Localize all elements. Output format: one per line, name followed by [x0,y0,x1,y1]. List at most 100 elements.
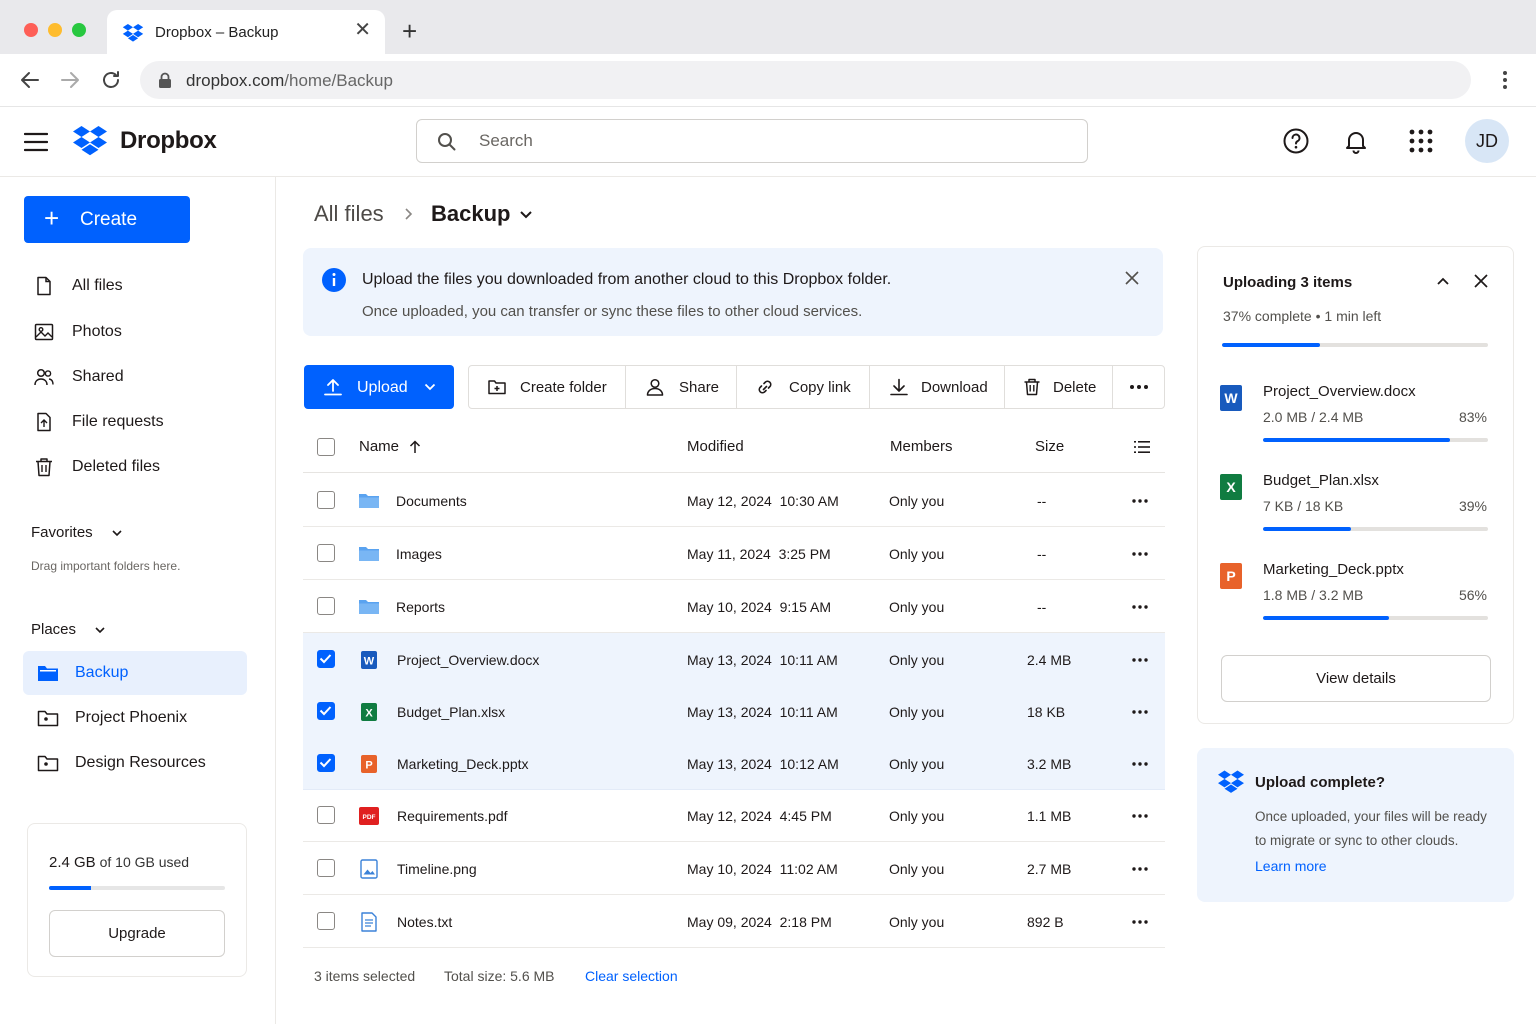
file-modified: May 13, 2024 10:11 AM [687,652,838,668]
url-domain: dropbox.com [186,71,285,90]
more-horizontal-icon[interactable] [1131,600,1149,614]
window-minimize-button[interactable] [48,23,62,37]
copy-link-button[interactable]: Copy link [737,366,869,408]
download-button[interactable]: Download [870,366,1004,408]
more-horizontal-icon[interactable] [1131,547,1149,561]
place-project-phoenix[interactable]: Project Phoenix [23,696,247,740]
upload-button[interactable]: Upload [304,365,454,409]
brand-name[interactable]: Dropbox [120,127,217,155]
upload-progress-panel: Uploading 3 items 37% complete • 1 min l… [1197,246,1514,724]
file-name[interactable]: Budget_Plan.xlsx [397,704,505,720]
chevron-down-icon[interactable] [424,382,436,392]
file-name[interactable]: Marketing_Deck.pptx [397,756,529,772]
favorites-section-toggle[interactable]: Favorites [31,524,122,541]
view-details-button[interactable]: View details [1221,655,1491,702]
more-horizontal-icon[interactable] [1131,757,1149,771]
row-checkbox[interactable] [317,806,335,824]
sidebar-item-file-requests[interactable]: File requests [24,402,254,442]
file-name[interactable]: Requirements.pdf [397,808,508,824]
breadcrumb-current[interactable]: Backup [431,201,510,227]
bell-icon[interactable] [1342,127,1370,155]
more-horizontal-icon[interactable] [1131,705,1149,719]
more-horizontal-icon[interactable] [1131,653,1149,667]
browser-tab[interactable]: Dropbox – Backup ✕ [107,10,385,54]
row-checkbox[interactable] [317,491,335,509]
tab-close-icon[interactable]: ✕ [354,20,371,40]
file-name[interactable]: Project_Overview.docx [397,652,539,668]
create-button[interactable]: + Create [24,196,190,243]
row-checkbox[interactable] [317,544,335,562]
help-icon[interactable] [1282,127,1310,155]
avatar[interactable]: JD [1465,119,1509,163]
more-horizontal-icon[interactable] [1131,915,1149,929]
url-bar[interactable]: dropbox.com/home/Backup [140,61,1471,99]
table-row[interactable]: Reports May 10, 2024 9:15 AM Only you -- [303,580,1165,633]
place-backup[interactable]: Backup [23,651,247,695]
table-row[interactable]: Notes.txt May 09, 2024 2:18 PM Only you 892… [303,895,1165,948]
upgrade-button[interactable]: Upgrade [49,910,225,957]
window-close-button[interactable] [24,23,38,37]
more-actions-button[interactable] [1113,366,1165,408]
column-name[interactable]: Name [359,438,399,455]
place-label: Project Phoenix [75,709,188,726]
more-horizontal-icon[interactable] [1131,494,1149,508]
row-checkbox[interactable] [317,650,335,668]
select-all-checkbox[interactable] [317,438,335,456]
close-icon[interactable] [1474,274,1488,288]
back-arrow-icon[interactable] [18,68,42,92]
file-name[interactable]: Timeline.png [397,861,477,877]
row-checkbox[interactable] [317,754,335,772]
column-members[interactable]: Members [890,438,953,455]
upload-panel-title: Uploading 3 items [1223,274,1353,291]
more-horizontal-icon[interactable] [1131,862,1149,876]
favorites-hint: Drag important folders here. [31,559,181,573]
column-modified[interactable]: Modified [687,438,744,455]
file-name[interactable]: Reports [396,599,445,615]
window-maximize-button[interactable] [72,23,86,37]
delete-button[interactable]: Delete [1005,366,1112,408]
info-card-title: Upload complete? [1255,774,1386,791]
reload-icon[interactable] [99,68,123,92]
table-row[interactable]: P Marketing_Deck.pptx May 13, 2024 10:12 A… [303,737,1165,790]
place-label: Design Resources [75,754,206,771]
sidebar-item-shared[interactable]: Shared [24,357,254,397]
sort-arrow-up-icon[interactable] [409,440,421,454]
search-box[interactable] [416,119,1088,163]
file-name[interactable]: Notes.txt [397,914,452,930]
clear-selection-link[interactable]: Clear selection [585,968,678,984]
chevron-up-icon[interactable] [1436,275,1450,287]
breadcrumb-all-files[interactable]: All files [314,201,384,227]
forward-arrow-icon[interactable] [58,68,82,92]
column-size[interactable]: Size [1035,438,1064,455]
row-checkbox[interactable] [317,912,335,930]
file-name[interactable]: Images [396,546,442,562]
new-tab-icon[interactable]: + [402,18,417,44]
file-name[interactable]: Documents [396,493,467,509]
share-button[interactable]: Share [626,366,736,408]
create-folder-button[interactable]: Create folder [469,366,625,408]
table-row[interactable]: PDF Requirements.pdf May 12, 2024 4:45 PM O… [303,789,1165,842]
more-horizontal-icon[interactable] [1131,809,1149,823]
learn-more-link[interactable]: Learn more [1255,858,1327,874]
list-view-icon[interactable] [1134,440,1150,454]
apps-grid-icon[interactable] [1407,127,1435,155]
table-row[interactable]: Images May 11, 2024 3:25 PM Only you -- [303,527,1165,580]
table-row[interactable]: W Project_Overview.docx May 13, 2024 10:11… [303,633,1165,686]
row-checkbox[interactable] [317,859,335,877]
close-icon[interactable] [1125,271,1139,285]
hamburger-menu-icon[interactable] [24,131,48,153]
row-checkbox[interactable] [317,702,335,720]
dropbox-logo-icon[interactable] [73,125,107,157]
table-row[interactable]: Timeline.png May 10, 2024 11:02 AM Only yo… [303,842,1165,895]
search-input[interactable] [479,129,1059,153]
table-row[interactable]: X Budget_Plan.xlsx May 13, 2024 10:11 AM On… [303,685,1165,738]
place-design-resources[interactable]: Design Resources [23,741,247,785]
chevron-down-icon[interactable] [519,209,533,221]
table-row[interactable]: Documents May 12, 2024 10:30 AM Only you -- [303,474,1165,527]
sidebar-item-photos[interactable]: Photos [24,312,254,352]
row-checkbox[interactable] [317,597,335,615]
places-section-toggle[interactable]: Places [31,621,105,638]
sidebar-item-deleted-files[interactable]: Deleted files [24,447,254,487]
sidebar-item-all-files[interactable]: All files [24,266,254,306]
browser-menu-icon[interactable] [1495,70,1515,90]
